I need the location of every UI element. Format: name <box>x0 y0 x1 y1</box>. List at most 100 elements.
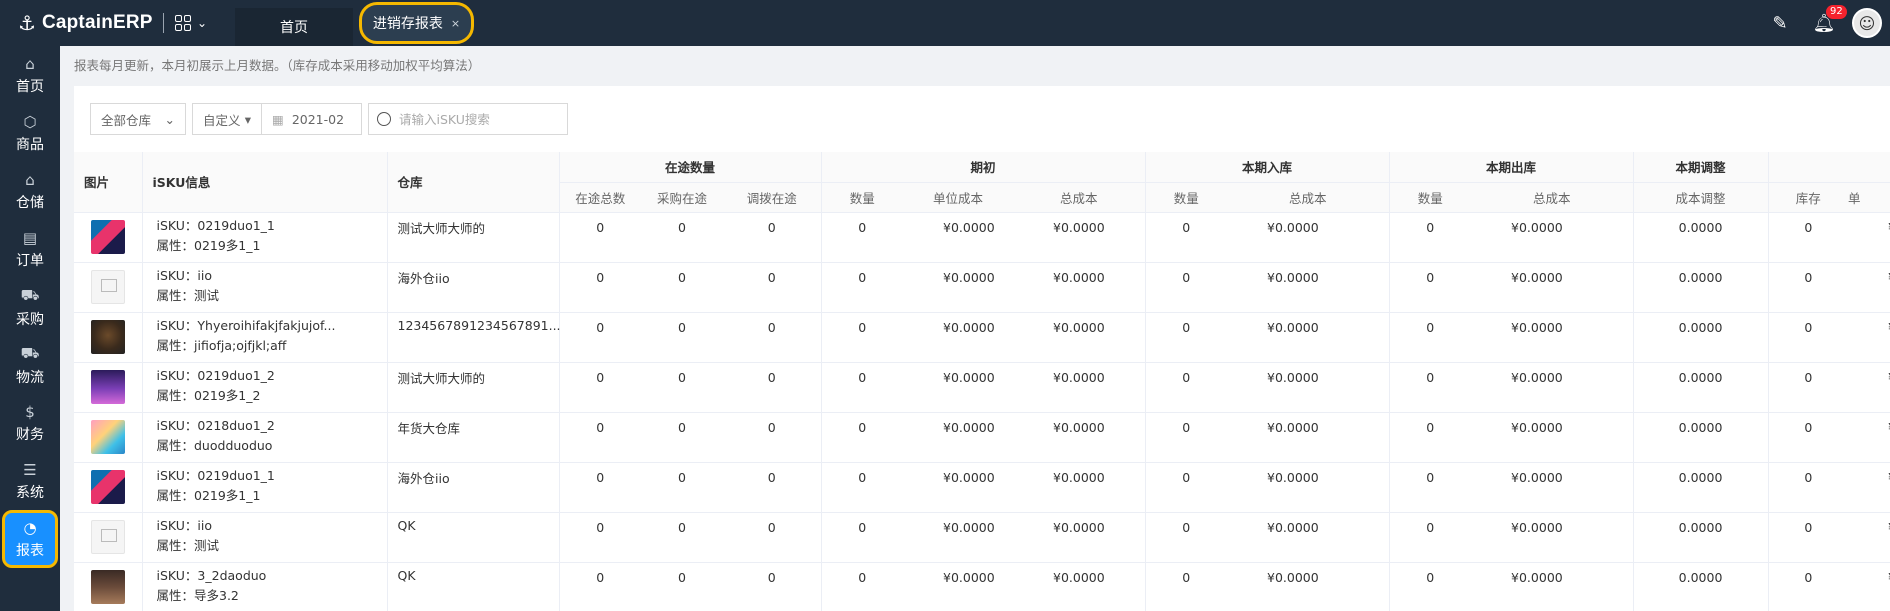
filter-bar: 全部仓库 ⌄ 自定义 ▾ ▦ 2021-02 <box>74 86 1890 152</box>
cell-opening-total-cost: ¥0.0000 <box>1013 262 1146 313</box>
product-thumbnail[interactable] <box>90 320 125 354</box>
sidebar-item-orders[interactable]: ▤ 订单 <box>0 220 60 278</box>
cell-stock: 0 <box>1768 512 1849 563</box>
app-switcher[interactable]: ⌄ <box>175 15 225 31</box>
date-range-select[interactable]: 自定义 ▾ <box>192 103 262 135</box>
cell-opening-qty: 0 <box>821 512 904 563</box>
product-image-cell <box>74 362 143 413</box>
table-row[interactable]: iSKU：0219duo1_2 属性：0219多1_2 测试大师大师的 0 0 0 0 ¥0.… <box>74 362 1890 413</box>
table-row[interactable]: iSKU：iio 属性：测试 QK 0 0 0 0 ¥0.0000 ¥0.0000 0 ¥0.000… <box>74 512 1890 563</box>
cell-opening-qty: 0 <box>821 262 904 313</box>
col-opening-qty: 数量 <box>821 182 904 213</box>
product-image-cell <box>74 512 143 563</box>
sidebar-item-reports[interactable]: ◔ 报表 <box>2 510 58 568</box>
cell-opening-total-cost: ¥0.0000 <box>1013 462 1146 513</box>
cell-opening-unit-cost: ¥0.0000 <box>903 212 1014 263</box>
avatar[interactable]: ☺ <box>1852 8 1882 38</box>
product-thumbnail[interactable] <box>90 570 125 604</box>
warehouse-cell: 年货大仓库 <box>387 412 560 463</box>
sidebar-item-system[interactable]: ☰ 系统 <box>0 452 60 510</box>
table-row[interactable]: iSKU：3_2daoduo 属性：导多3.2 QK 0 0 0 0 ¥0.0000 ¥0.00… <box>74 562 1890 611</box>
isku-attribute: 属性：duodduoduo <box>156 437 273 453</box>
cell-purchase-transit: 0 <box>641 362 723 413</box>
table-row[interactable]: iSKU：0219duo1_1 属性：0219多1_1 海外仓iio 0 0 0 0 ¥0.0… <box>74 462 1890 513</box>
product-image-cell <box>74 312 143 363</box>
cell-opening-unit-cost: ¥0.0000 <box>903 462 1014 513</box>
cell-transfer-transit: 0 <box>723 262 822 313</box>
cell-unit-cost: ¥0. <box>1848 462 1890 513</box>
close-tab-icon[interactable]: × <box>451 17 460 30</box>
product-thumbnail[interactable] <box>90 520 125 554</box>
cell-purchase-transit: 0 <box>641 412 723 463</box>
group-in-transit: 在途数量 <box>559 152 822 183</box>
month-picker[interactable]: ▦ 2021-02 <box>262 103 362 135</box>
cell-cost-adjust: 0.0000 <box>1633 312 1769 363</box>
table-row[interactable]: iSKU：0218duo1_2 属性：duodduoduo 年货大仓库 0 0 0 0 ¥0.… <box>74 412 1890 463</box>
cell-inbound-qty: 0 <box>1145 512 1228 563</box>
notes-icon[interactable]: ✎ <box>1758 13 1802 34</box>
cell-purchase-transit: 0 <box>641 462 723 513</box>
sidebar-item-logistics[interactable]: ⛟ 物流 <box>0 336 60 394</box>
product-thumbnail[interactable] <box>90 420 125 454</box>
cell-stock: 0 <box>1768 262 1849 313</box>
cell-transfer-transit: 0 <box>723 312 822 363</box>
cell-inbound-total-cost: ¥0.0000 <box>1227 412 1390 463</box>
notification-bell[interactable]: 🔔︎ 92 <box>1802 4 1847 34</box>
cell-cost-adjust: 0.0000 <box>1633 512 1769 563</box>
cell-opening-total-cost: ¥0.0000 <box>1013 312 1146 363</box>
group-opening: 期初 <box>821 152 1146 183</box>
search-input[interactable] <box>399 111 559 127</box>
isku-attribute: 属性：测试 <box>156 287 220 303</box>
tab-inventory-report[interactable]: 进销存报表 × <box>359 2 474 44</box>
isku-attribute: 属性：测试 <box>156 537 220 553</box>
col-inbound-qty: 数量 <box>1145 182 1228 213</box>
cell-outbound-qty: 0 <box>1389 262 1472 313</box>
warehouse-select[interactable]: 全部仓库 ⌄ <box>90 103 186 135</box>
cell-transfer-transit: 0 <box>723 462 822 513</box>
isku-code: iSKU：iio <box>156 517 213 533</box>
cell-purchase-transit: 0 <box>641 262 723 313</box>
cell-cost-adjust: 0.0000 <box>1633 362 1769 413</box>
sidebar-item-home[interactable]: ⌂ 首页 <box>0 46 60 104</box>
product-thumbnail[interactable] <box>90 370 125 404</box>
report-notice: 报表每月更新，本月初展示上月数据。（库存成本采用移动加权平均算法） <box>74 58 481 73</box>
sidebar-item-label: 仓储 <box>16 194 44 211</box>
warehouse-cell: QK <box>387 512 560 563</box>
sidebar-item-finance[interactable]: $ 财务 <box>0 394 60 452</box>
product-thumbnail[interactable] <box>90 220 125 254</box>
isku-info-cell: iSKU：0219duo1_1 属性：0219多1_1 <box>142 212 388 263</box>
col-opening-unit-cost: 单位成本 <box>903 182 1014 213</box>
cell-opening-unit-cost: ¥0.0000 <box>903 512 1014 563</box>
sidebar-item-purchase[interactable]: ⛟ 采购 <box>0 278 60 336</box>
table-row[interactable]: iSKU：0219duo1_1 属性：0219多1_1 测试大师大师的 0 0 0 0 ¥0.… <box>74 212 1890 263</box>
table-row[interactable]: iSKU：Yhyeroihifakjfakjujof... 属性：jifiofja… <box>74 312 1890 363</box>
cell-opening-total-cost: ¥0.0000 <box>1013 362 1146 413</box>
col-cost-adjust: 成本调整 <box>1633 182 1769 213</box>
group-closing <box>1768 152 1890 183</box>
finance-icon: $ <box>25 402 35 421</box>
table-row[interactable]: iSKU：iio 属性：测试 海外仓iio 0 0 0 0 ¥0.0000 ¥0.0000 0 ¥0… <box>74 262 1890 313</box>
col-transfer-transit: 调拨在途 <box>723 182 822 213</box>
sidebar-item-label: 首页 <box>16 78 44 95</box>
product-image-cell <box>74 262 143 313</box>
tab-home[interactable]: 首页 <box>235 8 353 46</box>
logo[interactable]: ⚓ CaptainERP <box>0 0 175 46</box>
cell-opening-unit-cost: ¥0.0000 <box>903 262 1014 313</box>
sidebar-item-products[interactable]: ⬡ 商品 <box>0 104 60 162</box>
warehouse-cell: 测试大师大师的 <box>387 362 560 413</box>
cell-inbound-qty: 0 <box>1145 212 1228 263</box>
isku-search <box>368 103 568 135</box>
cell-cost-adjust: 0.0000 <box>1633 462 1769 513</box>
isku-code: iSKU：0219duo1_1 <box>156 467 275 483</box>
cell-inbound-total-cost: ¥0.0000 <box>1227 262 1390 313</box>
cell-unit-cost: ¥0. <box>1848 312 1890 363</box>
cell-opening-unit-cost: ¥0.0000 <box>903 412 1014 463</box>
isku-info-cell: iSKU：0218duo1_2 属性：duodduoduo <box>142 412 388 463</box>
product-thumbnail[interactable] <box>90 270 125 304</box>
warehouse-cell: 海外仓iio <box>387 262 560 313</box>
product-thumbnail[interactable] <box>90 470 125 504</box>
product-image-cell <box>74 212 143 263</box>
sidebar-item-warehouse[interactable]: ⌂ 仓储 <box>0 162 60 220</box>
product-image-cell <box>74 562 143 611</box>
sidebar: ⌂ 首页 ⬡ 商品 ⌂ 仓储 ▤ 订单 ⛟ 采购 ⛟ 物流 $ 财务 ☰ 系统 ◔ 报表 <box>0 46 60 611</box>
